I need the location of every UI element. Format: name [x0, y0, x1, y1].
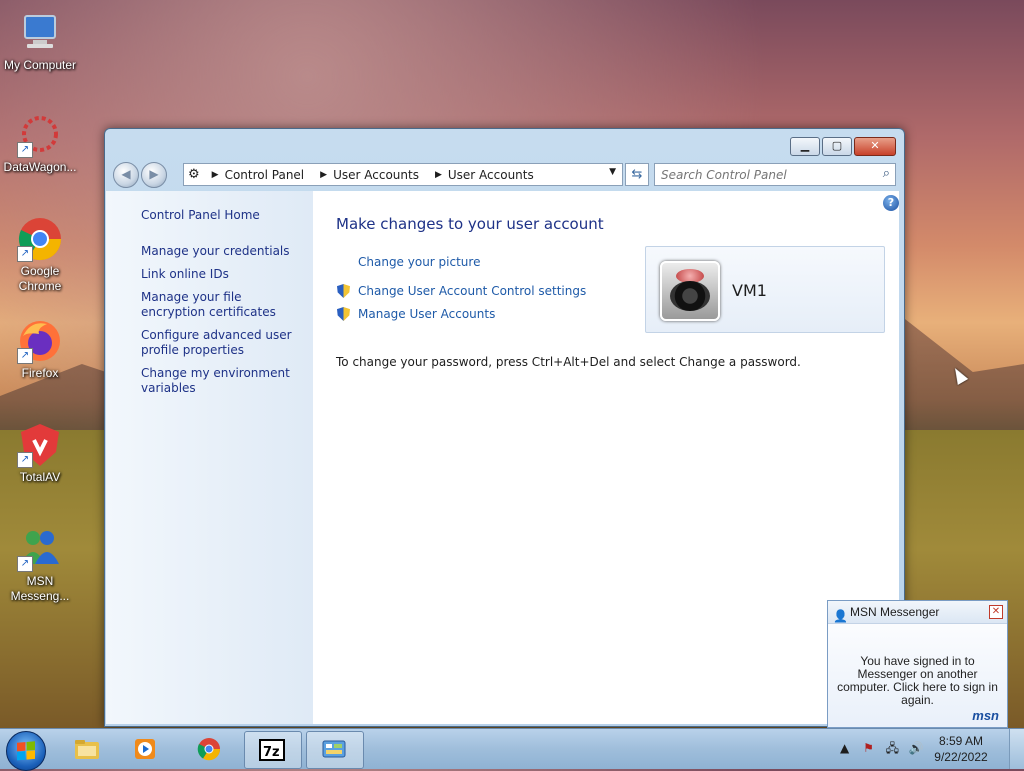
back-button[interactable]: ◀ — [113, 162, 139, 188]
main-content: ? Make changes to your user account Chan… — [313, 191, 969, 724]
address-bar[interactable]: ⚙ ▶ Control Panel ▶ User Accounts ▶ User… — [183, 163, 623, 186]
chrome-icon — [197, 738, 221, 761]
desktop-icon-totalav[interactable]: ↗ TotalAV — [0, 422, 80, 485]
computer-icon — [17, 10, 63, 56]
start-button[interactable] — [6, 731, 46, 771]
taskbar-media-player-button[interactable] — [118, 731, 174, 767]
media-player-icon — [135, 739, 155, 759]
control-panel-window: ▁ ▢ ✕ ◀ ▶ ⚙ ▶ Control Panel ▶ User Accou… — [104, 128, 969, 727]
shortcut-arrow-icon: ↗ — [17, 348, 33, 364]
windows-logo-icon — [17, 741, 35, 761]
window-controls: ▁ ▢ ✕ — [790, 137, 896, 156]
control-panel-home-link[interactable]: Control Panel Home — [141, 208, 306, 223]
desktop-icon-firefox[interactable]: ↗ Firefox — [0, 318, 80, 381]
desktop-icon-label: MSN Messeng... — [10, 574, 70, 603]
page-title: Make changes to your user account — [336, 215, 604, 233]
shortcut-arrow-icon: ↗ — [17, 142, 33, 158]
msn-buddy-icon: ↗ — [17, 526, 63, 572]
link-online-ids-link[interactable]: Link online IDs — [141, 267, 306, 282]
desktop-icon-label: TotalAV — [19, 470, 61, 484]
taskbar-control-panel-button[interactable] — [306, 731, 364, 769]
avatar-detail — [670, 281, 710, 311]
help-icon[interactable]: ? — [883, 195, 899, 211]
taskbar: 7z ▲ ⚑ 🖧 🔊 8:59 AM 9/22/2022 — [0, 728, 1024, 771]
breadcrumb-control-panel[interactable]: Control Panel — [225, 168, 305, 182]
taskbar-7zip-button[interactable]: 7z — [244, 731, 302, 769]
msn-notification-popup[interactable]: 👤 MSN Messenger ✕ You have signed in to … — [827, 600, 1008, 728]
desktop-icon-chrome[interactable]: ↗ Google Chrome — [0, 216, 80, 294]
msn-buddy-icon: 👤 — [833, 609, 848, 623]
change-picture-link[interactable]: Change your picture — [358, 255, 480, 269]
desktop-icon-msn-messenger[interactable]: ↗ MSN Messeng... — [0, 526, 80, 604]
desktop-icon-label: Google Chrome — [18, 264, 62, 293]
minimize-button[interactable]: ▁ — [790, 137, 820, 156]
search-icon[interactable]: ⌕ — [883, 166, 890, 181]
control-panel-icon — [322, 740, 346, 758]
msn-popup-message[interactable]: You have signed in to Messenger on anoth… — [834, 655, 1001, 707]
environment-variables-link[interactable]: Change my environment variables — [141, 366, 306, 396]
control-panel-icon: ⚙ — [188, 167, 200, 182]
forward-button[interactable]: ▶ — [141, 162, 167, 188]
navigation-bar: ◀ ▶ ⚙ ▶ Control Panel ▶ User Accounts ▶ … — [113, 162, 896, 188]
advanced-profile-link[interactable]: Configure advanced user profile properti… — [141, 328, 306, 358]
chrome-icon: ↗ — [17, 216, 63, 262]
system-tray: ▲ ⚑ 🖧 🔊 — [840, 739, 924, 760]
show-desktop-button[interactable] — [1009, 729, 1024, 769]
firefox-icon: ↗ — [17, 318, 63, 364]
breadcrumb-arrow-icon: ▶ — [434, 169, 442, 180]
breadcrumb-user-accounts[interactable]: User Accounts — [333, 168, 419, 182]
show-hidden-icons-icon[interactable]: ▲ — [840, 741, 849, 755]
breadcrumb-user-accounts-current[interactable]: User Accounts — [448, 168, 534, 182]
address-dropdown-icon[interactable]: ▼ — [609, 167, 616, 177]
network-icon[interactable]: 🖧 — [886, 741, 899, 755]
account-card: VM1 — [645, 246, 885, 333]
shortcut-arrow-icon: ↗ — [17, 246, 33, 262]
desktop-icon-my-computer[interactable]: My Computer — [0, 10, 80, 73]
desktop-icon-datawagon[interactable]: ↗ DataWagon... — [0, 112, 80, 175]
manage-credentials-link[interactable]: Manage your credentials — [141, 244, 306, 259]
clock-time: 8:59 AM — [938, 734, 984, 748]
taskbar-explorer-button[interactable] — [60, 731, 116, 767]
desktop-icon-label: Firefox — [21, 366, 59, 380]
maximize-button[interactable]: ▢ — [822, 137, 852, 156]
msn-popup-header: 👤 MSN Messenger ✕ — [828, 601, 1007, 624]
file-encryption-link[interactable]: Manage your file encryption certificates — [141, 290, 306, 320]
desktop-icon-label: My Computer — [3, 58, 77, 72]
system-clock[interactable]: 8:59 AM 9/22/2022 — [926, 733, 996, 765]
volume-icon[interactable]: 🔊 — [909, 741, 924, 755]
uac-shield-icon — [337, 284, 350, 298]
password-instruction: To change your password, press Ctrl+Alt+… — [336, 355, 801, 369]
refresh-button[interactable]: ⇆ — [625, 163, 649, 186]
msn-popup-title: MSN Messenger — [850, 605, 940, 619]
taskbar-chrome-button[interactable] — [182, 731, 238, 767]
msn-logo: msn — [972, 708, 999, 723]
account-name: VM1 — [732, 281, 767, 300]
left-task-pane: Control Panel Home Manage your credentia… — [106, 191, 313, 724]
7zip-icon: 7z — [259, 739, 285, 761]
manage-user-accounts-link[interactable]: Manage User Accounts — [358, 307, 495, 321]
totalav-shield-icon: ↗ — [17, 422, 63, 468]
close-button[interactable]: ✕ — [854, 137, 896, 156]
breadcrumb-arrow-icon: ▶ — [320, 169, 328, 180]
search-box: ⌕ — [654, 163, 896, 186]
uac-settings-link[interactable]: Change User Account Control settings — [358, 284, 586, 298]
user-avatar[interactable] — [660, 261, 720, 321]
uac-shield-icon — [337, 307, 350, 321]
search-input[interactable] — [655, 164, 873, 185]
datawagon-icon: ↗ — [17, 112, 63, 158]
desktop-icon-label: DataWagon... — [3, 160, 77, 174]
msn-close-button[interactable]: ✕ — [989, 605, 1003, 619]
shortcut-arrow-icon: ↗ — [17, 452, 33, 468]
folder-icon — [75, 740, 99, 759]
clock-date: 9/22/2022 — [934, 750, 988, 764]
action-center-flag-icon[interactable]: ⚑ — [863, 741, 874, 755]
svg-text:7z: 7z — [263, 745, 280, 760]
shortcut-arrow-icon: ↗ — [17, 556, 33, 572]
breadcrumb-arrow-icon: ▶ — [211, 169, 219, 180]
